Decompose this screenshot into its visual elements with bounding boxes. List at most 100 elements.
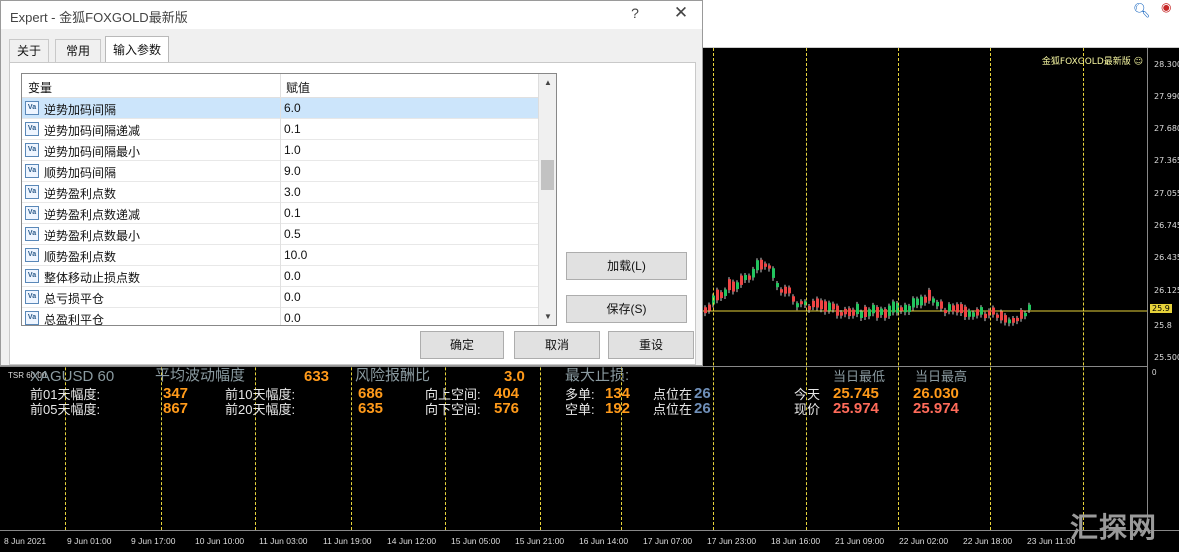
save-button[interactable]: 保存(S)	[566, 295, 687, 323]
avg-range-value: 633	[304, 368, 330, 385]
long-label: 多单:	[565, 387, 595, 402]
variable-name: 顺势加码间隔	[44, 166, 117, 180]
down-space-label: 向下空间:	[425, 402, 481, 417]
time-tick: 16 Jun 14:00	[579, 536, 629, 546]
variable-value[interactable]: 0.5	[284, 227, 301, 241]
watermark-logo: 汇探网	[1069, 511, 1157, 544]
variable-value[interactable]: 0.1	[284, 122, 301, 136]
variable-value[interactable]: 0.1	[284, 206, 301, 220]
grid-scrollbar[interactable]: ▲ ▼	[538, 74, 556, 325]
variable-icon: Va	[25, 185, 39, 199]
variable-value[interactable]: 0.0	[284, 290, 301, 304]
price-tick: 27.365	[1154, 156, 1179, 165]
reset-button[interactable]: 重设	[608, 331, 694, 359]
point2-value: 26	[694, 400, 711, 417]
variable-icon: Va	[25, 143, 39, 157]
variable-icon: Va	[25, 269, 39, 283]
variable-value[interactable]: 10.0	[284, 248, 307, 262]
variable-icon: Va	[25, 206, 39, 220]
time-tick: 11 Jun 03:00	[259, 536, 308, 546]
cancel-button[interactable]: 取消	[514, 331, 600, 359]
day-low-label: 当日最低	[833, 369, 886, 384]
table-row[interactable]: Va 总盈利平仓 0.0	[22, 308, 538, 326]
d20-label: 前20天幅度:	[225, 402, 296, 417]
close-icon[interactable]: ✕	[671, 3, 691, 23]
variable-name: 总亏损平仓	[44, 292, 105, 306]
ok-button[interactable]: 确定	[420, 331, 504, 359]
d5-value: 867	[163, 400, 189, 417]
notification-icon[interactable]: ◉	[1161, 0, 1177, 18]
dialog-titlebar[interactable]: Expert - 金狐FOXGOLD最新版 ? ✕	[1, 1, 702, 29]
table-row[interactable]: Va 逆势盈利点数 3.0	[22, 182, 538, 203]
search-icon[interactable]: 🔍︎	[1133, 2, 1151, 18]
table-row[interactable]: Va 顺势盈利点数 10.0	[22, 245, 538, 266]
variable-icon: Va	[25, 290, 39, 304]
column-variable-header[interactable]: 变量	[28, 79, 52, 96]
variable-icon: Va	[25, 122, 39, 136]
table-row[interactable]: Va 逆势盈利点数最小 0.5	[22, 224, 538, 245]
risk-ratio-label: 风险报酬比	[355, 367, 431, 384]
d20-value: 635	[358, 400, 384, 417]
price-chart[interactable]	[700, 48, 1179, 366]
time-tick: 22 Jun 18:00	[963, 536, 1013, 546]
time-tick: 9 Jun 01:00	[67, 536, 112, 546]
long-value: 134	[605, 385, 631, 402]
scroll-up-icon[interactable]: ▲	[539, 74, 556, 91]
price-tick: 26.125	[1154, 286, 1179, 295]
variable-icon: Va	[25, 227, 39, 241]
tab-inputs[interactable]: 输入参数	[105, 36, 169, 63]
tab-common[interactable]: 常用	[55, 39, 101, 63]
table-row[interactable]: Va 顺势加码间隔 9.0	[22, 161, 538, 182]
variable-name: 逆势加码间隔	[44, 103, 117, 117]
help-icon[interactable]: ?	[627, 5, 643, 21]
time-tick: 15 Jun 05:00	[451, 536, 501, 546]
inputs-grid: 变量 赋值 Va 逆势加码间隔 6.0 Va 逆势加码间隔递减 0.1 Va 逆势加码间隔最小…	[21, 73, 557, 326]
point1-value: 26	[694, 385, 711, 402]
period-separator-line	[1083, 48, 1084, 530]
period-separator-line	[990, 48, 991, 530]
indicator-axis-tick: 0	[1152, 368, 1157, 377]
grid-header: 变量 赋值	[22, 74, 538, 98]
table-row[interactable]: Va 逆势加码间隔递减 0.1	[22, 119, 538, 140]
time-tick: 11 Jun 19:00	[323, 536, 372, 546]
variable-name: 总盈利平仓	[44, 313, 105, 326]
today-low-value: 25.745	[833, 385, 879, 402]
load-button[interactable]: 加载(L)	[566, 252, 687, 280]
table-row[interactable]: Va 逆势加码间隔 6.0	[22, 98, 538, 119]
variable-name: 顺势盈利点数	[44, 250, 117, 264]
tab-about[interactable]: 关于	[9, 39, 49, 63]
point1-label: 点位在	[653, 387, 693, 402]
price-tick: 27.990	[1154, 92, 1179, 101]
price-tick: 25.9	[1150, 304, 1172, 313]
variable-name: 逆势盈利点数最小	[44, 229, 141, 243]
table-row[interactable]: Va 总亏损平仓 0.0	[22, 287, 538, 308]
variable-value[interactable]: 9.0	[284, 164, 301, 178]
time-tick: 10 Jun 10:00	[195, 536, 245, 546]
down-space-value: 576	[494, 400, 520, 417]
price-tick: 27.680	[1154, 124, 1179, 133]
variable-value[interactable]: 6.0	[284, 101, 301, 115]
variable-icon: Va	[25, 164, 39, 178]
scroll-down-icon[interactable]: ▼	[539, 308, 556, 325]
table-row[interactable]: Va 整体移动止损点数 0.0	[22, 266, 538, 287]
time-tick: 17 Jun 23:00	[707, 536, 757, 546]
table-row[interactable]: Va 逆势加码间隔最小 1.0	[22, 140, 538, 161]
price-tick: 26.435	[1154, 253, 1179, 262]
price-axis: 28.300 27.990 27.680 27.365 27.055 26.745 26.4…	[1147, 48, 1179, 366]
column-value-header[interactable]: 赋值	[286, 79, 310, 96]
table-row[interactable]: Va 逆势盈利点数递减 0.1	[22, 203, 538, 224]
short-value: 192	[605, 400, 631, 417]
time-tick: 8 Jun 2021	[4, 536, 47, 546]
variable-value[interactable]: 0.0	[284, 269, 301, 283]
variable-icon: Va	[25, 248, 39, 262]
max-stop-label: 最大止损:	[565, 367, 630, 384]
variable-name: 逆势加码间隔最小	[44, 145, 141, 159]
variable-value[interactable]: 0.0	[284, 311, 301, 325]
variable-value[interactable]: 1.0	[284, 143, 301, 157]
time-tick: 17 Jun 07:00	[643, 536, 693, 546]
variable-value[interactable]: 3.0	[284, 185, 301, 199]
symbol-label: XAGUSD 60	[30, 368, 115, 385]
time-tick: 9 Jun 17:00	[131, 536, 176, 546]
scroll-thumb[interactable]	[541, 160, 554, 190]
point2-label: 点位在	[653, 402, 693, 417]
